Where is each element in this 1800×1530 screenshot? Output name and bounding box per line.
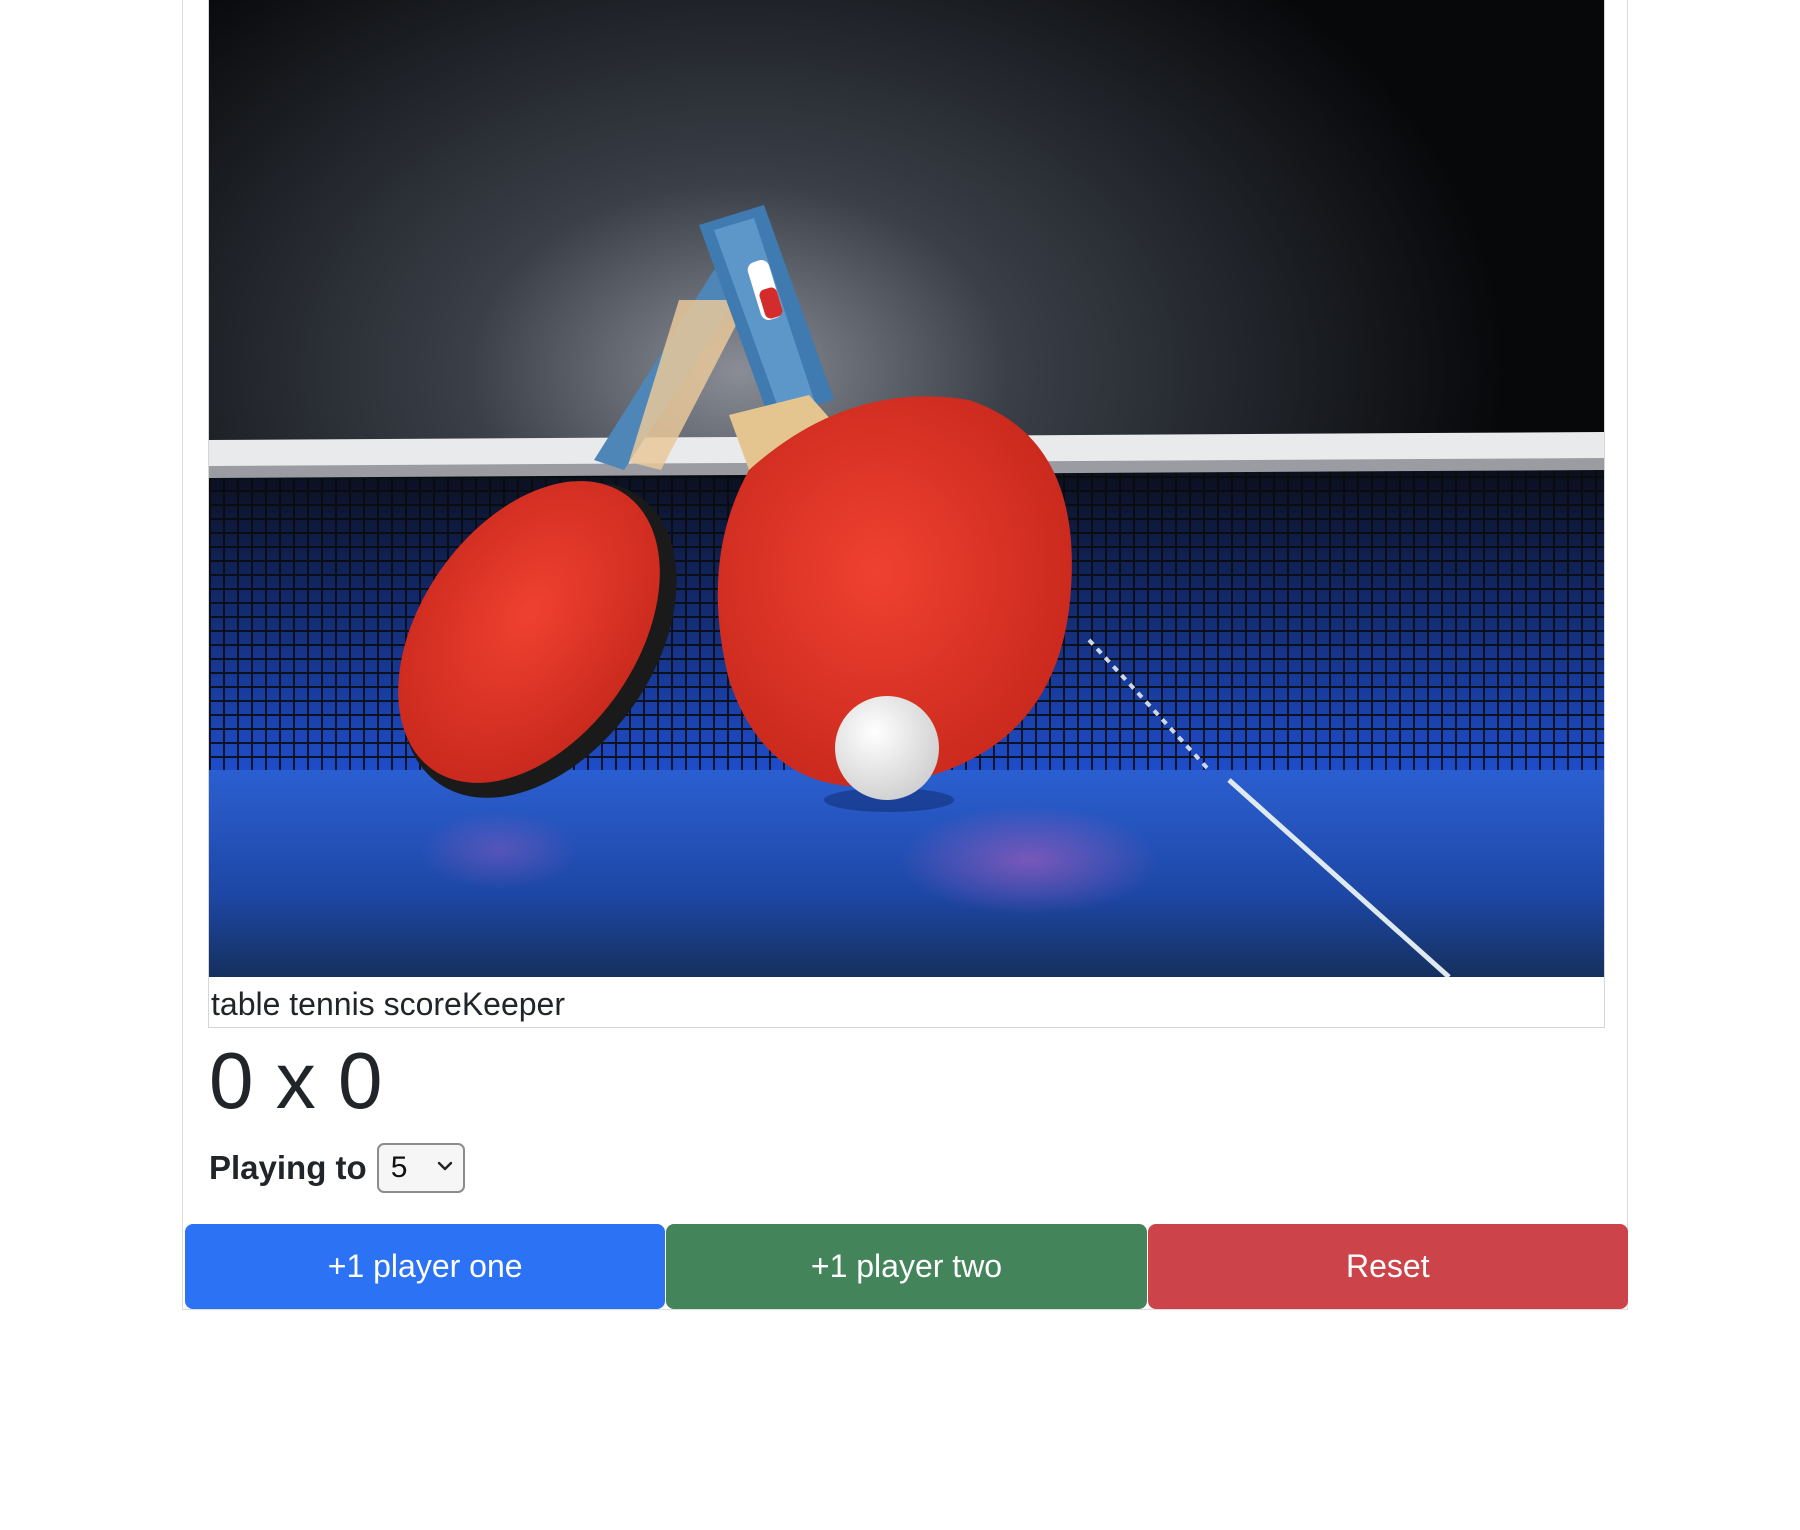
scorekeeper-card: table tennis scoreKeeper 0 x 0 Playing t… [182,0,1628,1310]
score-separator: x [275,1036,316,1125]
playing-to-label: Playing to [209,1149,367,1186]
caption-text: table tennis scoreKeeper [211,986,565,1022]
add-point-player-two-button[interactable]: +1 player two [666,1224,1147,1309]
player-two-score: 0 [337,1036,383,1125]
table-tennis-photo [209,0,1604,977]
player-one-score: 0 [209,1036,254,1125]
winning-score-value: 5 [390,1151,408,1184]
button-row: +1 player one +1 player two Reset [185,1224,1628,1309]
chevron-down-icon [437,1159,453,1177]
winning-score-select[interactable]: 5 [376,1143,465,1193]
reset-button[interactable]: Reset [1147,1224,1628,1309]
add-point-player-one-button[interactable]: +1 player one [185,1224,666,1309]
playing-to-row: Playing to 5 [209,1143,465,1193]
scoreboard: 0 x 0 [209,1035,382,1127]
header-figure: table tennis scoreKeeper [208,0,1605,1028]
